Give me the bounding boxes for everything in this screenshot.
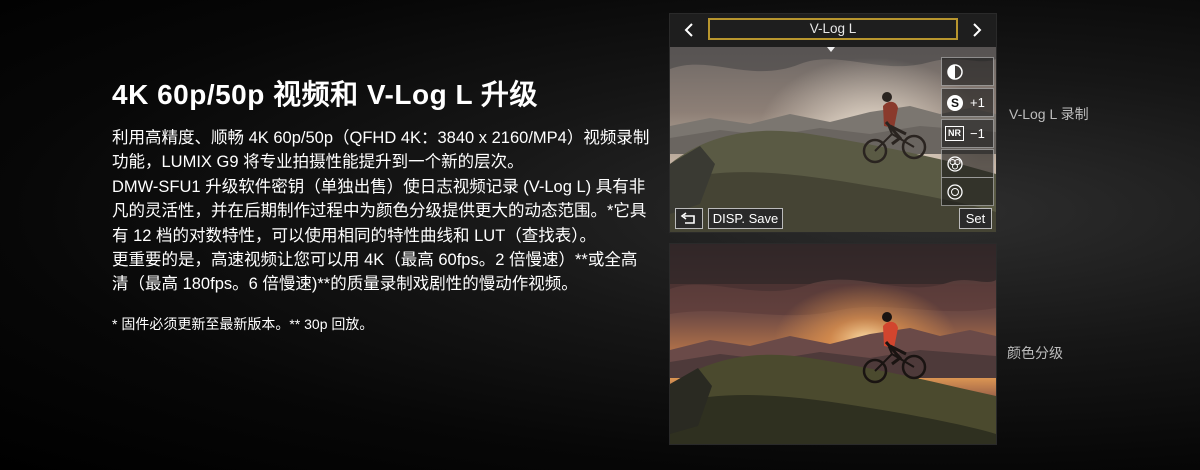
set-button[interactable]: Set — [959, 208, 992, 229]
back-button[interactable] — [675, 208, 703, 229]
paragraph-vlog: DMW-SFU1 升级软件密钥（单独出售）使日志视频记录 (V-Log L) 具… — [112, 177, 647, 245]
graded-photo-panel — [669, 243, 997, 445]
chevron-left-icon[interactable] — [681, 21, 699, 39]
camera-screen-vlog: V-Log L S +1 NR −1 DISP. Save Set — [669, 13, 997, 233]
caption-grading: 颜色分级 — [1007, 345, 1063, 361]
feature-text: 4K 60p/50p 视频和 V-Log L 升级 利用高精度、顺畅 4K 60… — [112, 78, 652, 334]
paragraph-video-4k: 利用高精度、顺畅 4K 60p/50p（QFHD 4K：3840 x 2160/… — [112, 129, 650, 172]
return-icon — [680, 212, 695, 224]
footnote: * 固件必须更新至最新版本。** 30p 回放。 — [112, 315, 374, 332]
mountain-cyclist-photo-graded — [670, 244, 996, 444]
disp-save-button[interactable]: DISP. Save — [708, 208, 783, 229]
contrast-icon — [947, 64, 963, 80]
saturation-value: +1 — [970, 95, 985, 110]
saturation-icon: S — [947, 95, 963, 111]
noise-reduction-icon: NR — [945, 126, 964, 141]
svg-text:S: S — [951, 96, 959, 110]
photo-style-selector[interactable]: V-Log L — [708, 18, 958, 40]
noise-reduction-value: −1 — [970, 126, 985, 141]
caption-vlog: V-Log L 录制 — [1009, 106, 1089, 122]
paragraph-high-speed: 更重要的是，高速视频让您可以用 4K（最高 60fps。2 倍慢速）**或全高清… — [112, 251, 638, 294]
page-title: 4K 60p/50p 视频和 V-Log L 升级 — [112, 79, 538, 110]
filter-effect-adjust-button[interactable] — [941, 149, 994, 178]
saturation-adjust-button[interactable]: S +1 — [941, 88, 994, 117]
chevron-right-icon[interactable] — [967, 21, 985, 39]
filter-effect-icon — [947, 156, 963, 172]
photo-style-label: V-Log L — [809, 21, 857, 36]
shading-adjust-button[interactable] — [941, 177, 994, 206]
shading-icon — [947, 184, 963, 200]
contrast-adjust-button[interactable] — [941, 57, 994, 86]
noise-reduction-adjust-button[interactable]: NR −1 — [941, 119, 994, 148]
selector-indicator-icon — [827, 47, 835, 52]
